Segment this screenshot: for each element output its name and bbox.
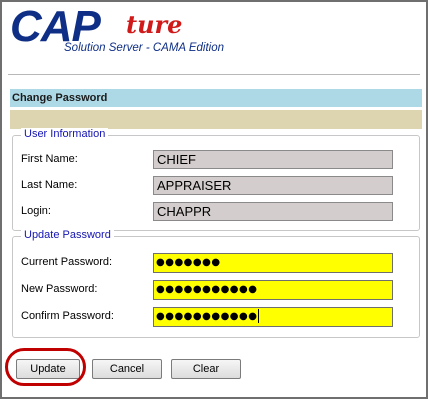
first-name-row: First Name: CHIEF [21,150,413,170]
text-cursor [258,309,260,323]
new-password-label: New Password: [21,283,98,295]
last-name-label: Last Name: [21,179,78,191]
current-password-row: Current Password: ●●●●●●● [21,253,413,273]
header-divider [8,74,420,75]
window-frame: CAP ture Solution Server - CAMA Edition … [0,0,428,399]
last-name-row: Last Name: APPRAISER [21,176,413,196]
first-name-field: CHIEF [153,150,393,169]
confirm-password-label: Confirm Password: [21,310,114,322]
current-password-input[interactable]: ●●●●●●● [153,253,393,273]
current-password-label: Current Password: [21,256,113,268]
update-password-legend: Update Password [21,229,114,241]
new-password-row: New Password: ●●●●●●●●●●● [21,280,413,300]
new-password-input[interactable]: ●●●●●●●●●●● [153,280,393,300]
confirm-password-input[interactable]: ●●●●●●●●●●● [153,307,393,327]
login-row: Login: CHAPPR [21,202,413,222]
captture-logo: CAP ture Solution Server - CAMA Edition [8,2,258,60]
first-name-label: First Name: [21,153,78,165]
update-button-highlight-ring [5,348,86,386]
confirm-password-dots: ●●●●●●●●●●● [156,311,258,322]
page-title: Change Password [10,89,422,107]
login-field: CHAPPR [153,202,393,221]
confirm-password-row: Confirm Password: ●●●●●●●●●●● [21,307,413,327]
cancel-button[interactable]: Cancel [92,359,162,379]
login-label: Login: [21,205,51,217]
clear-button[interactable]: Clear [171,359,241,379]
message-bar [10,110,422,129]
logo-ture-text: ture [126,10,183,39]
update-password-group: Update Password Current Password: ●●●●●●… [12,229,420,338]
user-information-legend: User Information [21,128,109,140]
last-name-field: APPRAISER [153,176,393,195]
user-information-group: User Information First Name: CHIEF Last … [12,128,420,231]
logo-subtitle: Solution Server - CAMA Edition [64,42,225,54]
